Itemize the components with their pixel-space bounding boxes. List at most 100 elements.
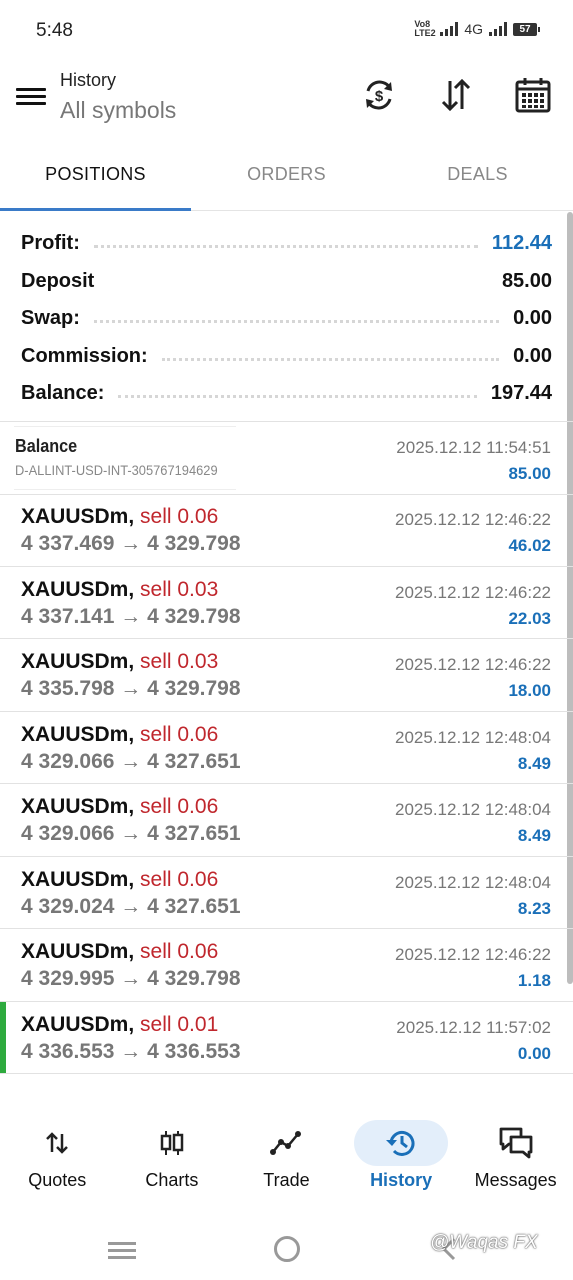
- tab-positions[interactable]: POSITIONS: [0, 148, 191, 211]
- trade-side: sell 0.06: [140, 867, 219, 891]
- trade-icon: [239, 1120, 333, 1166]
- trade-row[interactable]: XAUUSDm, sell 0.06 4 337.469 → 4 329.798…: [0, 494, 573, 567]
- signal-icon: [440, 22, 459, 36]
- recents-icon[interactable]: [108, 1238, 136, 1263]
- deposit-value: 85.00: [487, 269, 552, 293]
- trade-side: sell 0.06: [140, 722, 219, 746]
- menu-icon[interactable]: [16, 84, 46, 110]
- trade-side: sell 0.06: [140, 940, 219, 963]
- trade-row[interactable]: XAUUSDm, sell 0.06 4 329.066 → 4 327.651…: [0, 712, 573, 784]
- trade-datetime: 2025.12.12 12:46:22: [395, 945, 551, 964]
- svg-text:$: $: [375, 88, 384, 105]
- trade-datetime: 2025.12.12 12:46:22: [395, 655, 551, 674]
- nav-history[interactable]: History: [344, 1108, 459, 1200]
- dotted-leader: [118, 395, 477, 399]
- trade-profit: 0.00: [517, 1043, 551, 1063]
- trade-prices: 4 335.798 → 4 329.798: [21, 677, 241, 700]
- trade-row-selected[interactable]: XAUUSDm, sell 0.01 4 336.553 → 4 336.553…: [0, 1001, 573, 1074]
- app-bar: History All symbols $: [0, 62, 573, 148]
- bottom-nav: Quotes Charts Trade History Messages: [0, 1108, 573, 1200]
- trade-symbol: XAUUSDm,: [21, 940, 135, 963]
- nav-messages[interactable]: Messages: [458, 1108, 573, 1200]
- tab-deals[interactable]: DEALS: [382, 148, 573, 210]
- quotes-icon: [10, 1120, 104, 1166]
- page-title: History: [60, 70, 117, 90]
- trade-side: sell 0.03: [140, 650, 219, 673]
- trade-profit: 22.03: [508, 608, 551, 628]
- signal-icon-2: [489, 22, 507, 36]
- trade-row[interactable]: XAUUSDm, sell 0.06 4 329.066 → 4 327.651…: [0, 784, 573, 857]
- messages-icon: [469, 1120, 563, 1166]
- trade-row[interactable]: XAUUSDm, sell 0.06 4 329.024 → 4 327.651…: [0, 857, 573, 929]
- trade-symbol: XAUUSDm,: [21, 650, 135, 673]
- nav-quotes[interactable]: Quotes: [0, 1108, 115, 1200]
- summary-panel: Profit: 112.44 Deposit 85.00 Swap: 0.00 …: [0, 225, 573, 413]
- calendar-icon[interactable]: [514, 76, 552, 114]
- nav-label: Quotes: [28, 1170, 87, 1190]
- trade-symbol: XAUUSDm,: [21, 722, 135, 746]
- trade-prices: 4 329.066 → 4 327.651: [21, 822, 241, 845]
- trade-profit: 8.49: [517, 826, 551, 845]
- app-bar-titles: History All symbols: [60, 70, 176, 124]
- dotted-leader: [161, 357, 500, 361]
- tab-bar: POSITIONS ORDERS DEALS: [0, 148, 573, 211]
- summary-row-balance: Balance: 197.44: [0, 375, 573, 413]
- trade-symbol: XAUUSDm,: [21, 505, 135, 528]
- battery-icon: 57: [513, 22, 540, 36]
- watermark: @Waqas FX: [430, 1232, 538, 1253]
- home-icon[interactable]: [274, 1236, 300, 1262]
- trade-profit: 46.02: [508, 536, 551, 555]
- trade-side: sell 0.01: [140, 1012, 219, 1036]
- profit-value: 112.44: [477, 232, 552, 256]
- summary-row-swap: Swap: 0.00: [0, 300, 573, 338]
- currency-exchange-icon[interactable]: $: [360, 76, 398, 114]
- balance-entry-datetime: 2025.12.12 11:54:51: [396, 438, 551, 457]
- sort-icon[interactable]: [437, 76, 475, 114]
- trade-datetime: 2025.12.12 12:46:22: [395, 582, 551, 602]
- swap-value: 0.00: [499, 307, 552, 331]
- trade-datetime: 2025.12.12 12:46:22: [395, 510, 551, 529]
- summary-row-profit: Profit: 112.44: [0, 225, 573, 263]
- deposit-label: Deposit: [21, 269, 109, 293]
- trade-profit: 18.00: [508, 681, 551, 700]
- balance-entry-name: Balance: [15, 436, 78, 456]
- commission-label: Commission:: [21, 344, 162, 368]
- trade-symbol: XAUUSDm,: [21, 1012, 135, 1036]
- trade-datetime: 2025.12.12 12:48:04: [395, 872, 551, 892]
- trade-side: sell 0.06: [140, 795, 219, 818]
- dotted-leader: [93, 320, 500, 324]
- status-bar: 5:48 Vo8 LTE2 4G 57: [0, 0, 573, 62]
- balance-entry-amount: 85.00: [508, 464, 551, 483]
- trade-profit: 8.49: [517, 753, 551, 773]
- swap-label: Swap:: [21, 307, 94, 331]
- tab-orders[interactable]: ORDERS: [191, 148, 382, 210]
- symbol-filter[interactable]: All symbols: [60, 97, 176, 124]
- trade-prices: 4 329.024 → 4 327.651: [21, 894, 241, 918]
- trade-prices: 4 337.141 → 4 329.798: [21, 604, 241, 628]
- trade-prices: 4 337.469 → 4 329.798: [21, 532, 241, 555]
- commission-value: 0.00: [499, 344, 552, 368]
- balance-entry-account: D-ALLINT-USD-INT-305767194629: [15, 462, 218, 478]
- profit-label: Profit:: [21, 232, 94, 256]
- nav-label: Trade: [263, 1170, 310, 1190]
- balance-value: 197.44: [476, 382, 552, 406]
- summary-row-deposit: Deposit 85.00: [0, 263, 573, 301]
- nav-trade[interactable]: Trade: [229, 1108, 344, 1200]
- trade-prices: 4 329.995 → 4 329.798: [21, 967, 241, 990]
- trade-symbol: XAUUSDm,: [21, 867, 135, 891]
- nav-label: Messages: [474, 1170, 557, 1190]
- trade-row[interactable]: XAUUSDm, sell 0.03 4 337.141 → 4 329.798…: [0, 567, 573, 639]
- trade-row[interactable]: XAUUSDm, sell 0.06 4 329.995 → 4 329.798…: [0, 929, 573, 1002]
- trade-row[interactable]: XAUUSDm, sell 0.03 4 335.798 → 4 329.798…: [0, 639, 573, 712]
- trade-prices: 4 329.066 → 4 327.651: [21, 749, 241, 773]
- nav-label: Charts: [145, 1170, 199, 1190]
- nav-charts[interactable]: Charts: [115, 1108, 230, 1200]
- balance-entry[interactable]: Balance D-ALLINT-USD-INT-305767194629 20…: [0, 422, 573, 495]
- dotted-leader: [93, 245, 478, 249]
- trade-datetime: 2025.12.12 12:48:04: [395, 800, 551, 819]
- trade-prices: 4 336.553 → 4 336.553: [21, 1039, 241, 1063]
- trade-symbol: XAUUSDm,: [21, 577, 135, 601]
- trade-list: XAUUSDm, sell 0.06 4 337.469 → 4 329.798…: [0, 494, 573, 1074]
- trade-profit: 8.23: [517, 898, 551, 918]
- status-time: 5:48: [36, 20, 73, 41]
